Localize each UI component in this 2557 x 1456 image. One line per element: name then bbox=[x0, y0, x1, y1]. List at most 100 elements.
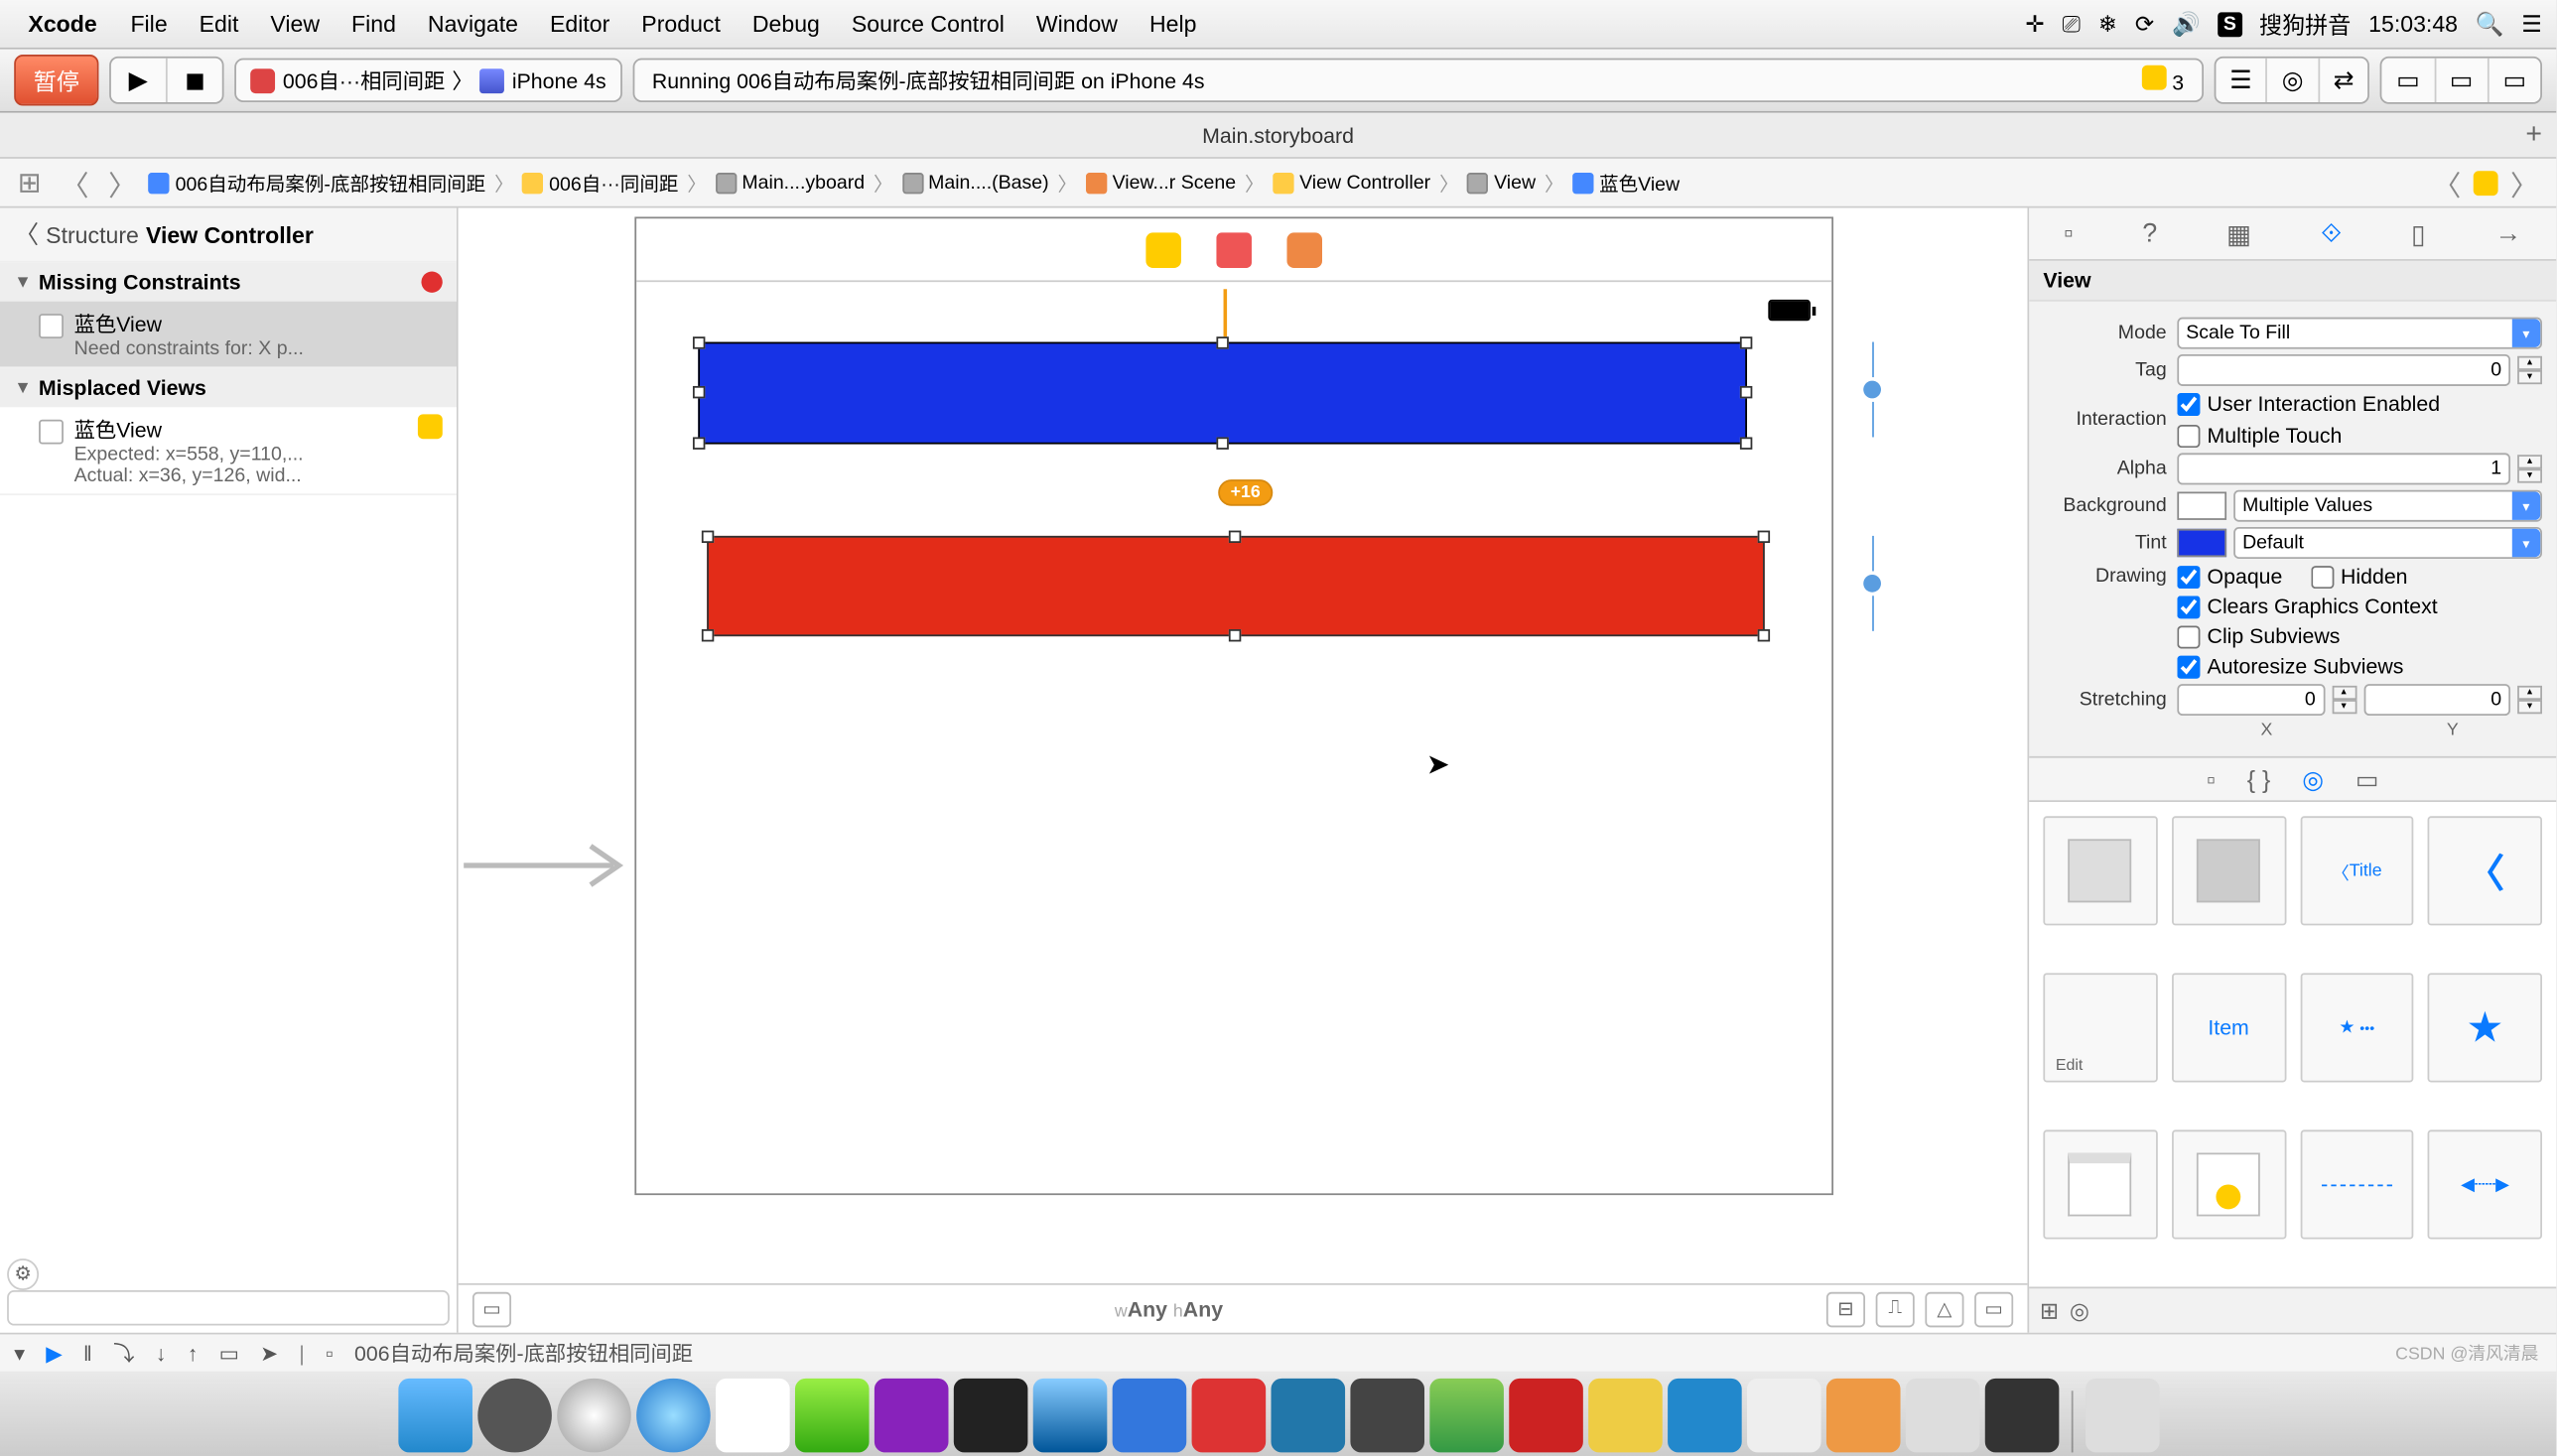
crumb-base[interactable]: Main....(Base) bbox=[901, 172, 1048, 193]
lib-back-chevron[interactable]: 〈 bbox=[2428, 816, 2542, 925]
crumb-vc[interactable]: View Controller bbox=[1273, 172, 1430, 193]
alpha-field[interactable] bbox=[2177, 453, 2510, 484]
lib-toolbar-arrows[interactable]: ◀┄┄▶ bbox=[2428, 1129, 2542, 1239]
dock-trash[interactable] bbox=[2085, 1379, 2159, 1453]
menu-file[interactable]: File bbox=[130, 11, 167, 38]
back-button[interactable]: 〈 bbox=[54, 162, 96, 204]
dock-app6[interactable] bbox=[1350, 1379, 1424, 1453]
dock-app10[interactable] bbox=[1825, 1379, 1900, 1453]
alpha-stepper[interactable]: ▴▾ bbox=[2517, 455, 2542, 482]
exit-icon[interactable] bbox=[1286, 232, 1322, 268]
initial-vc-arrow-icon[interactable] bbox=[464, 843, 631, 888]
run-button[interactable]: ▶ bbox=[111, 59, 167, 102]
dock-app8[interactable] bbox=[1587, 1379, 1662, 1453]
menu-help[interactable]: Help bbox=[1149, 11, 1197, 38]
constraint-badge[interactable]: +16 bbox=[1218, 479, 1273, 506]
lib-view-controller[interactable] bbox=[2043, 816, 2157, 925]
stretch-y-stepper[interactable]: ▴▾ bbox=[2517, 686, 2542, 714]
editor-assistant-button[interactable]: ◎ bbox=[2268, 59, 2320, 102]
bg-popup[interactable]: Multiple Values▾ bbox=[2233, 490, 2542, 522]
filter-icon[interactable]: ◎ bbox=[2070, 1296, 2089, 1324]
stop-debug-button[interactable]: 暂停 bbox=[14, 55, 98, 106]
crumb-storyboard[interactable]: Main....yboard bbox=[716, 172, 865, 193]
resize-button[interactable]: ▭ bbox=[1974, 1291, 2013, 1327]
bg-swatch[interactable] bbox=[2177, 492, 2226, 520]
section-misplaced-views[interactable]: ▼ Misplaced Views bbox=[0, 368, 457, 407]
height-guide[interactable] bbox=[1863, 342, 1881, 438]
lib-collection[interactable] bbox=[2172, 1129, 2286, 1239]
outline-back-icon[interactable]: 〈 bbox=[14, 216, 39, 252]
lib-bar-button-item[interactable]: Item bbox=[2172, 973, 2286, 1082]
menu-debug[interactable]: Debug bbox=[752, 11, 820, 38]
menu-edit[interactable]: Edit bbox=[200, 11, 239, 38]
opaque-checkbox[interactable]: Opaque bbox=[2177, 564, 2282, 589]
continue-button[interactable]: ▶ bbox=[46, 1341, 62, 1366]
dock-xcode[interactable] bbox=[1032, 1379, 1107, 1453]
stretch-y-field[interactable] bbox=[2363, 684, 2510, 716]
menu-source-control[interactable]: Source Control bbox=[852, 11, 1005, 38]
error-dot-icon[interactable] bbox=[421, 272, 442, 293]
screen-record-icon[interactable]: ⎚ bbox=[2063, 10, 2081, 38]
toggle-utilities-button[interactable]: ▭ bbox=[2489, 59, 2540, 102]
toggle-debug-console-icon[interactable]: ▾ bbox=[14, 1341, 25, 1366]
attributes-tab[interactable]: ⟐ bbox=[2321, 218, 2342, 248]
stretch-x-stepper[interactable]: ▴▾ bbox=[2332, 686, 2356, 714]
menu-window[interactable]: Window bbox=[1036, 11, 1118, 38]
notifications-icon[interactable]: ☰ bbox=[2521, 10, 2542, 38]
pause-button[interactable]: ‖ bbox=[83, 1341, 92, 1366]
menu-view[interactable]: View bbox=[270, 11, 320, 38]
quickhelp-tab[interactable]: ? bbox=[2142, 218, 2157, 248]
menu-editor[interactable]: Editor bbox=[550, 11, 609, 38]
outline-filter-config-icon[interactable]: ⚙ bbox=[7, 1258, 39, 1290]
dock-finder[interactable] bbox=[397, 1379, 471, 1453]
dock-app9[interactable] bbox=[1746, 1379, 1820, 1453]
dock-app1[interactable] bbox=[794, 1379, 869, 1453]
step-over-button[interactable]: ⤵ bbox=[113, 1338, 134, 1368]
dock-launchpad[interactable] bbox=[556, 1379, 630, 1453]
warning-indicator[interactable]: 3 bbox=[2142, 66, 2184, 95]
lib-star[interactable]: ★ bbox=[2428, 973, 2542, 1082]
grid-view-icon[interactable]: ⊞ bbox=[2040, 1296, 2059, 1324]
library-filter-input[interactable] bbox=[2100, 1300, 2546, 1321]
issue-item-2[interactable]: 蓝色View Expected: x=558, y=110,... Actual… bbox=[0, 407, 457, 495]
issue-warning-icon[interactable] bbox=[2474, 170, 2498, 195]
prev-issue-button[interactable]: 〈 bbox=[2426, 162, 2469, 204]
outline-toggle-button[interactable]: ▭ bbox=[472, 1291, 511, 1327]
scene-canvas[interactable]: +16 ➤ bbox=[634, 216, 1833, 1195]
media-library-tab[interactable]: ▭ bbox=[2355, 764, 2379, 794]
editor-standard-button[interactable]: ☰ bbox=[2216, 59, 2268, 102]
forward-button[interactable]: 〉 bbox=[101, 162, 144, 204]
related-items-icon[interactable]: ⊞ bbox=[11, 165, 49, 200]
connections-tab[interactable]: → bbox=[2494, 218, 2521, 248]
menu-find[interactable]: Find bbox=[351, 11, 396, 38]
dock-app3[interactable] bbox=[1112, 1379, 1186, 1453]
lib-toolbar[interactable] bbox=[2300, 1129, 2414, 1239]
step-out-button[interactable]: ↑ bbox=[188, 1341, 199, 1366]
dock-notes[interactable] bbox=[715, 1379, 789, 1453]
height-guide[interactable] bbox=[1863, 536, 1881, 631]
canvas-area[interactable]: +16 ➤ bbox=[459, 208, 2028, 1283]
view-debug-button[interactable]: ▭ bbox=[219, 1341, 239, 1366]
dock-terminal[interactable] bbox=[953, 1379, 1027, 1453]
dock-app5[interactable] bbox=[1271, 1379, 1345, 1453]
dock-app7[interactable] bbox=[1428, 1379, 1503, 1453]
process-name[interactable]: 006自动布局案例-底部按钮相同间距 bbox=[354, 1338, 693, 1368]
file-templates-tab[interactable]: ▫ bbox=[2207, 765, 2216, 793]
size-class-control[interactable]: wAny hAny bbox=[522, 1296, 1817, 1321]
tint-popup[interactable]: Default▾ bbox=[2233, 527, 2542, 559]
uie-checkbox[interactable]: User Interaction Enabled bbox=[2177, 391, 2440, 416]
sync-icon[interactable]: ⟳ bbox=[2135, 10, 2154, 38]
dock-app11[interactable] bbox=[1905, 1379, 1979, 1453]
object-library-tab[interactable]: ◎ bbox=[2302, 764, 2324, 794]
section-missing-constraints[interactable]: ▼ Missing Constraints bbox=[0, 263, 457, 302]
editor-version-button[interactable]: ⇄ bbox=[2319, 59, 2367, 102]
file-inspector-tab[interactable]: ▫ bbox=[2064, 218, 2073, 248]
dock-filezilla[interactable] bbox=[1508, 1379, 1582, 1453]
spotlight-icon[interactable]: 🔍 bbox=[2476, 10, 2504, 38]
tag-field[interactable] bbox=[2177, 354, 2510, 386]
location-button[interactable]: ➤ bbox=[260, 1341, 278, 1366]
crumb-scene[interactable]: View...r Scene bbox=[1086, 172, 1236, 193]
stretch-x-field[interactable] bbox=[2177, 684, 2324, 716]
first-responder-icon[interactable] bbox=[1216, 232, 1252, 268]
lib-nav-controller[interactable] bbox=[2172, 816, 2286, 925]
